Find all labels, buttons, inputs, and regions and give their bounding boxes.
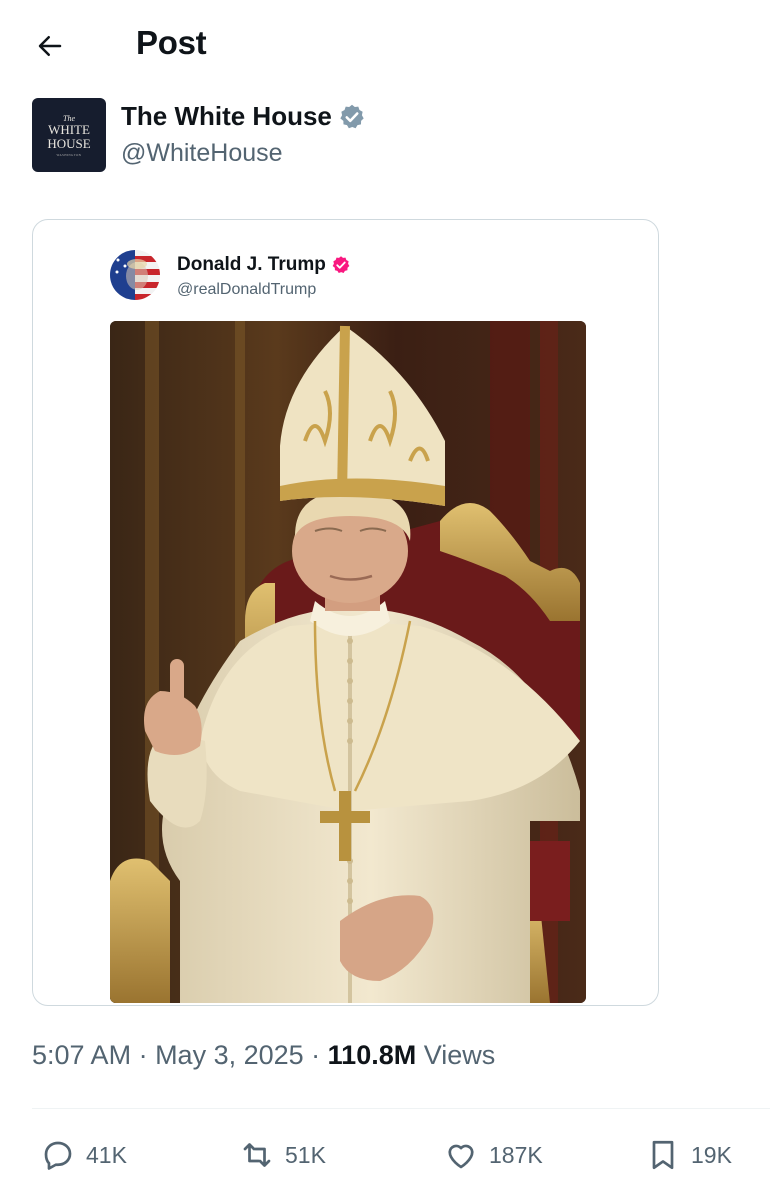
author-avatar[interactable]: The WHITE HOUSE WASHINGTON (32, 98, 106, 172)
action-bar: 41K 51K 187K 19K (0, 1130, 770, 1180)
quoted-author-name: Donald J. Trump (177, 254, 326, 275)
top-bar: Post (0, 0, 770, 92)
author-handle[interactable]: @WhiteHouse (121, 139, 283, 168)
author-name: The White House (121, 101, 332, 131)
flag-portrait-avatar (110, 250, 160, 300)
pope-portrait-illustration (110, 321, 586, 1003)
verified-badge-icon (332, 256, 350, 273)
bookmark-button[interactable]: 19K (645, 1130, 732, 1180)
page-title: Post (136, 24, 207, 61)
post-meta-line: 5:07 AM · May 3, 2025 · 110.8M Views (32, 1040, 495, 1071)
back-button[interactable] (26, 22, 74, 70)
post-detail-screen: Post The WHITE HOUSE WASHINGTON The Whit… (0, 0, 770, 1200)
reply-count: 41K (86, 1141, 127, 1168)
like-count: 187K (489, 1141, 543, 1168)
author-name-row[interactable]: The White House (121, 101, 366, 132)
avatar-text-house: HOUSE (47, 135, 91, 151)
post-date[interactable]: May 3, 2025 (155, 1040, 304, 1070)
back-arrow-icon (38, 36, 62, 56)
repost-count: 51K (285, 1141, 326, 1168)
avatar-text-white: WHITE (48, 121, 90, 137)
quoted-author-handle[interactable]: @realDonaldTrump (177, 281, 316, 299)
like-button[interactable]: 187K (443, 1130, 543, 1180)
meta-separator: · (131, 1040, 156, 1070)
repost-icon (243, 1143, 271, 1167)
bookmark-count: 19K (691, 1141, 732, 1168)
reply-icon (44, 1141, 72, 1170)
quoted-author-name-row[interactable]: Donald J. Trump (177, 254, 351, 276)
quoted-post-card[interactable]: Donald J. Trump @realDonaldTrump (32, 219, 659, 1006)
heart-icon (448, 1144, 474, 1169)
meta-separator: · (303, 1040, 328, 1070)
post-time[interactable]: 5:07 AM (32, 1040, 131, 1070)
avatar-text-washington: WASHINGTON (56, 152, 82, 157)
views-count[interactable]: 110.8M (328, 1040, 417, 1070)
divider (32, 1108, 770, 1109)
quoted-author-avatar[interactable] (110, 250, 160, 300)
repost-button[interactable]: 51K (239, 1130, 326, 1180)
bookmark-icon (652, 1140, 674, 1170)
views-label: Views (416, 1040, 496, 1070)
quoted-post-image[interactable] (110, 321, 586, 1003)
verified-badge-icon (340, 104, 364, 128)
reply-button[interactable]: 41K (40, 1130, 127, 1180)
